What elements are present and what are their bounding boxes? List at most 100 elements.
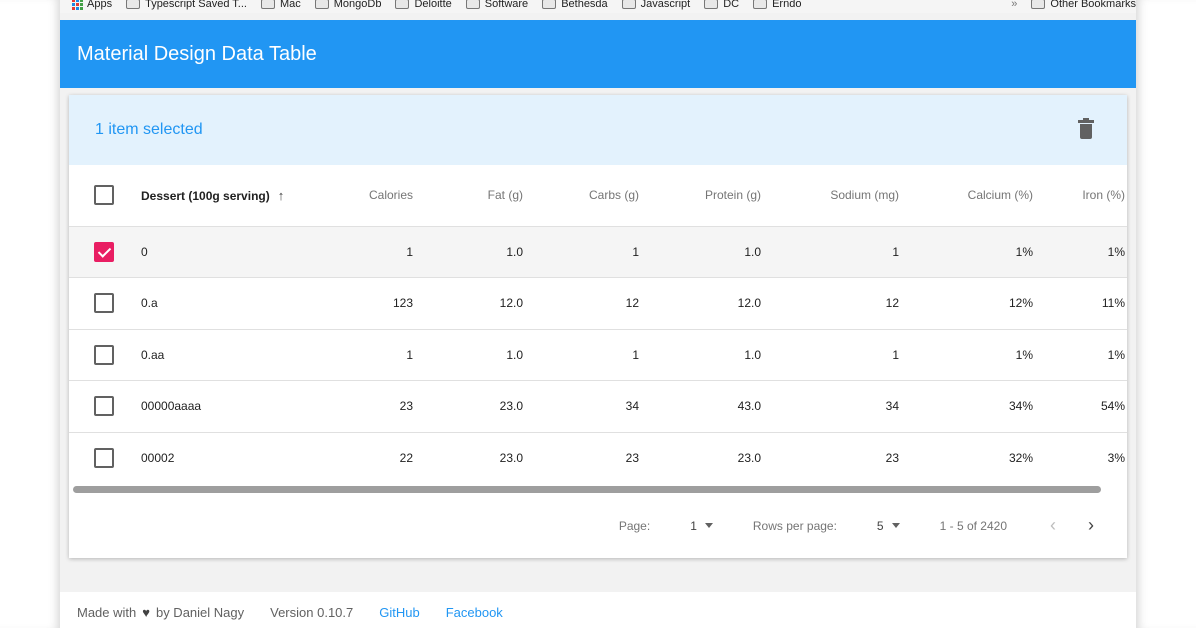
table-header-row: Dessert (100g serving) ↑ Calories Fat (g)… <box>69 165 1127 226</box>
table-cell: 34 <box>885 399 899 414</box>
bookmark-folder[interactable]: Bethesda <box>542 0 608 10</box>
bookmarks-overflow-button[interactable]: » <box>1011 0 1017 10</box>
table-cell: 1.0 <box>506 244 523 259</box>
arrow-up-icon: ↑ <box>277 187 285 203</box>
table-cell: 12 <box>885 296 899 311</box>
table-cell: 1 <box>892 244 899 259</box>
table-cell: 1.0 <box>744 244 761 259</box>
table-row[interactable]: 0.aa 1 1.0 1 1.0 1 1% 1% <box>69 329 1127 381</box>
browser-right-edge <box>1136 0 1196 628</box>
bookmark-label: Software <box>484 0 529 10</box>
table-cell: 23.0 <box>737 451 761 465</box>
app-bar: Material Design Data Table <box>60 20 1136 88</box>
page-footer: Made with ♥ by Daniel Nagy Version 0.10.… <box>60 592 1136 628</box>
table-row[interactable]: 0 1 1.0 1 1.0 1 1% 1% <box>69 226 1127 278</box>
selection-toolbar: 1 item selected <box>69 95 1127 165</box>
table-cell: 1% <box>1015 244 1033 259</box>
table-cell: 12 <box>625 296 639 311</box>
footer-author: by Daniel Nagy <box>155 604 245 620</box>
page-value: 1 <box>690 518 697 533</box>
table-row[interactable]: 0.a 123 12.0 12 12.0 12 12% 11% <box>69 277 1127 330</box>
bookmark-folder[interactable]: Deloitte <box>395 0 452 10</box>
bookmark-label: Mac <box>279 0 301 10</box>
delete-icon[interactable] <box>1075 118 1097 142</box>
caret-down-icon <box>704 523 713 528</box>
table-cell: 43.0 <box>737 399 761 414</box>
table-cell: 1 <box>632 244 639 259</box>
table-cell: 0.a <box>141 296 158 311</box>
table-cell: 23 <box>885 451 899 465</box>
table-cell: 1 <box>892 347 899 362</box>
next-page-button[interactable]: › <box>1079 514 1103 538</box>
heart-icon: ♥ <box>142 604 150 620</box>
folder-icon <box>621 0 636 9</box>
page-range: 1 - 5 of 2420 <box>939 518 1007 533</box>
bookmark-label: Bethesda <box>561 0 608 10</box>
column-header-dessert[interactable]: Dessert (100g serving) ↑ <box>141 165 349 226</box>
rows-per-page-select[interactable]: 5 <box>877 519 900 533</box>
bookmark-folder[interactable]: MongoDb <box>314 0 382 10</box>
table-row[interactable]: 00002 22 23.0 23 23.0 23 32% 3% <box>69 432 1127 484</box>
column-header-iron[interactable]: Iron (%) <box>1045 165 1127 226</box>
selected-count: 1 item selected <box>95 121 203 138</box>
data-table: Dessert (100g serving) ↑ Calories Fat (g)… <box>69 165 1127 484</box>
apps-grid-icon <box>72 0 83 10</box>
footer-version: Version 0.10.7 <box>270 604 354 620</box>
column-header-sodium[interactable]: Sodium (mg) <box>773 165 911 226</box>
bookmark-label: MongoDb <box>333 0 382 10</box>
folder-icon <box>260 0 275 9</box>
bookmark-label: DC <box>723 0 740 10</box>
column-header-calcium[interactable]: Calcium (%) <box>911 165 1045 226</box>
table-cell: 1 <box>406 244 413 259</box>
table-cell: 12% <box>1008 296 1033 311</box>
table-cell: 0 <box>141 244 148 259</box>
page-select[interactable]: 1 <box>690 519 713 533</box>
table-cell: 23.0 <box>499 399 523 414</box>
row-checkbox[interactable] <box>94 293 114 314</box>
bookmark-folder[interactable]: Javascript <box>621 0 690 10</box>
folder-icon <box>704 0 719 9</box>
scrollbar-thumb[interactable] <box>73 485 1101 493</box>
row-checkbox[interactable] <box>94 241 114 262</box>
row-checkbox[interactable] <box>94 448 114 468</box>
table-cell: 1% <box>1015 347 1033 362</box>
table-cell: 11% <box>1101 296 1125 311</box>
pagination-bar: Page: 1 Rows per page: 5 1 - 5 of 2420 ‹… <box>69 498 1127 554</box>
rows-per-page-value: 5 <box>876 518 884 533</box>
select-all-checkbox[interactable] <box>94 185 114 206</box>
row-checkbox[interactable] <box>94 344 114 365</box>
table-cell: 1.0 <box>744 347 761 362</box>
folder-icon <box>465 0 480 9</box>
bookmark-label: Other Bookmarks <box>1050 0 1136 10</box>
bookmark-folder[interactable]: Software <box>465 0 529 10</box>
prev-page-button[interactable]: ‹ <box>1041 514 1065 538</box>
table-cell: 123 <box>392 296 413 311</box>
table-cell: 1 <box>406 347 413 362</box>
rows-per-page-label: Rows per page: <box>752 518 837 533</box>
table-cell: 34% <box>1008 399 1033 414</box>
column-header-protein[interactable]: Protein (g) <box>651 165 773 226</box>
row-checkbox[interactable] <box>94 396 114 417</box>
bookmark-label: Typescript Saved T... <box>145 0 247 10</box>
app-title: Material Design Data Table <box>77 42 317 65</box>
folder-icon <box>542 0 557 9</box>
column-header-carbs[interactable]: Carbs (g) <box>535 165 651 226</box>
horizontal-scrollbar[interactable] <box>69 484 1127 498</box>
table-cell: 1.0 <box>506 347 523 362</box>
table-row[interactable]: 00000aaaa 23 23.0 34 43.0 34 34% 54% <box>69 380 1127 433</box>
column-header-calories[interactable]: Calories <box>349 165 425 226</box>
bookmark-folder[interactable]: Typescript Saved T... <box>126 0 247 10</box>
table-cell: 34 <box>625 399 639 414</box>
bookmark-other[interactable]: Other Bookmarks <box>1031 0 1136 10</box>
table-cell: 0.aa <box>141 347 165 362</box>
bookmark-folder[interactable]: Mac <box>260 0 301 10</box>
folder-icon <box>753 0 768 9</box>
github-link[interactable]: GitHub <box>379 605 419 620</box>
bookmark-folder[interactable]: DC <box>704 0 739 10</box>
bookmark-apps[interactable]: Apps <box>72 0 112 10</box>
table-cell: 23 <box>399 399 413 414</box>
column-header-fat[interactable]: Fat (g) <box>425 165 535 226</box>
bookmark-folder[interactable]: Erndo <box>753 0 801 10</box>
facebook-link[interactable]: Facebook <box>446 605 503 620</box>
folder-icon <box>126 0 141 9</box>
